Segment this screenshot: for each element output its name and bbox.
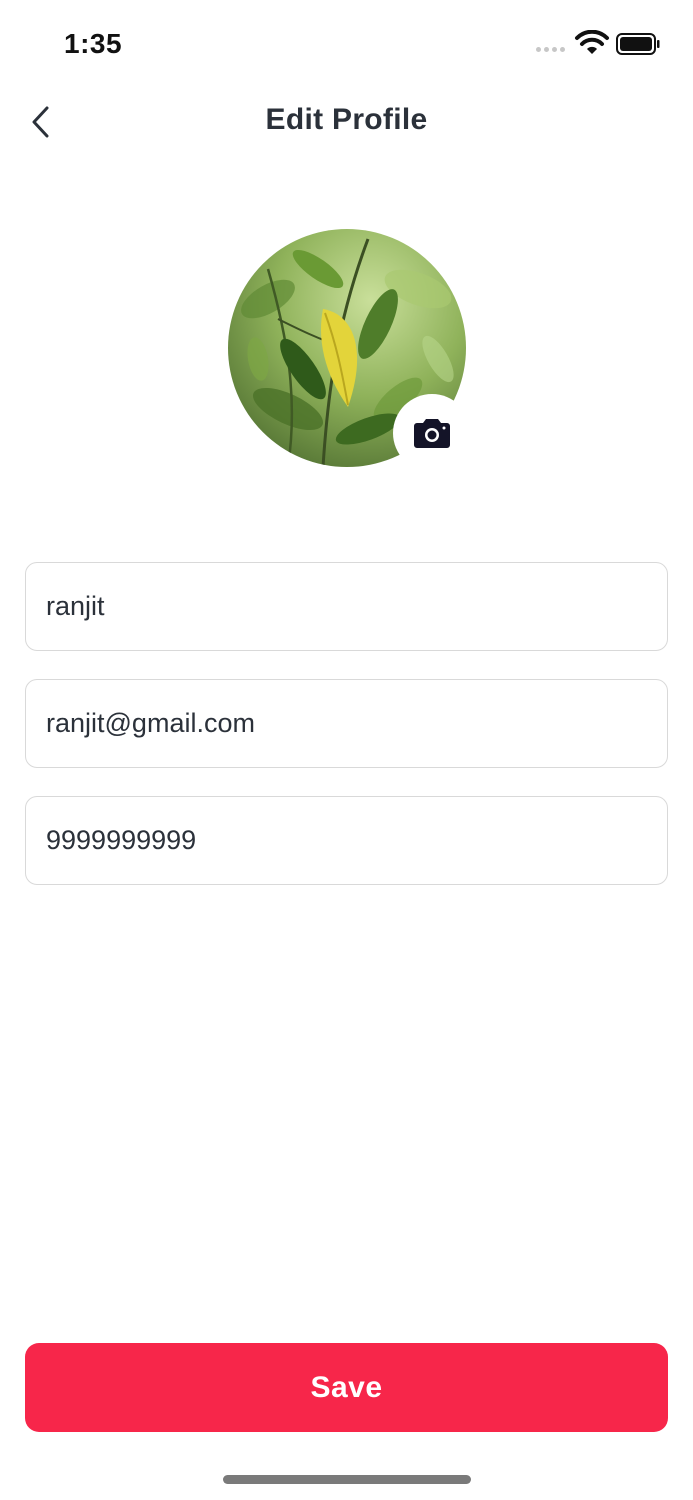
- email-field[interactable]: [25, 679, 668, 768]
- home-indicator: [223, 1475, 471, 1484]
- phone-field[interactable]: [25, 796, 668, 885]
- page-title: Edit Profile: [265, 103, 428, 136]
- name-field[interactable]: [25, 562, 668, 651]
- name-input[interactable]: [46, 591, 647, 622]
- change-photo-button[interactable]: [393, 394, 471, 472]
- camera-icon: [414, 419, 450, 448]
- phone-input[interactable]: [46, 825, 647, 856]
- wifi-icon: [575, 30, 609, 54]
- battery-icon: [616, 33, 660, 55]
- signal-icon: [536, 47, 565, 52]
- status-time: 1:35: [64, 28, 123, 59]
- save-button[interactable]: Save: [25, 1343, 668, 1432]
- status-bar: 1:35: [0, 0, 693, 90]
- email-input[interactable]: [46, 708, 647, 739]
